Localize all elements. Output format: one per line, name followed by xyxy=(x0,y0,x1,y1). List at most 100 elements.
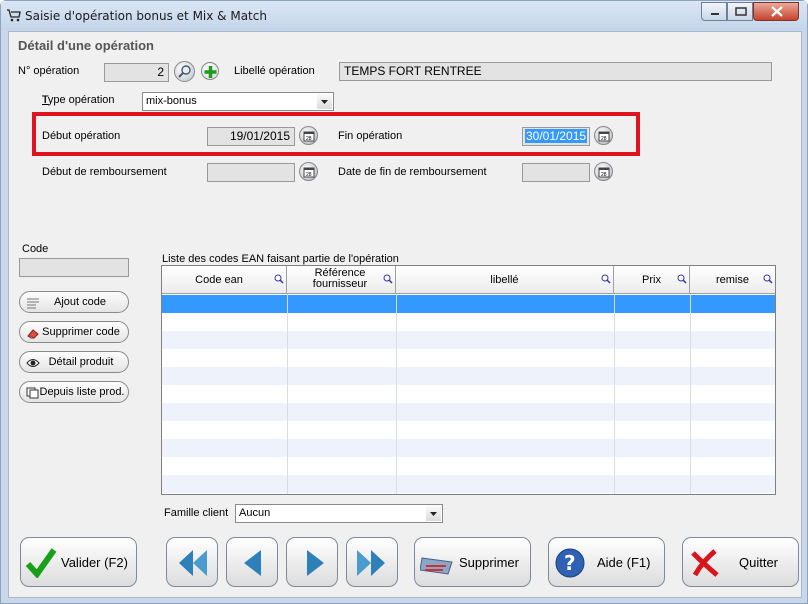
search-icon[interactable] xyxy=(601,274,611,287)
checkmark-icon xyxy=(25,546,57,581)
calendar-icon[interactable]: 28 xyxy=(594,162,613,181)
column-header[interactable]: Prix xyxy=(614,266,690,294)
operation-number-label: N° opération xyxy=(18,65,80,77)
double-right-arrow-icon xyxy=(355,547,387,582)
section-title: Détail d'une opération xyxy=(18,38,154,53)
ajout-code-button[interactable]: Ajout code xyxy=(19,291,129,313)
supprimer-code-label: Supprimer code xyxy=(42,326,120,338)
table-row[interactable] xyxy=(162,475,775,493)
chevron-down-icon[interactable] xyxy=(317,94,332,109)
ean-grid[interactable]: Code ean Référence fournisseur libellé P… xyxy=(161,265,776,495)
detail-produit-button[interactable]: Détail produit xyxy=(19,351,129,373)
add-icon[interactable] xyxy=(201,62,219,80)
table-row[interactable] xyxy=(162,385,775,403)
debut-operation-field[interactable]: 19/01/2015 xyxy=(207,127,295,146)
close-window-button[interactable] xyxy=(753,2,799,21)
column-divider xyxy=(287,294,288,494)
svg-text:28: 28 xyxy=(306,136,312,142)
svg-text:28: 28 xyxy=(601,172,607,178)
debut-operation-label: Début opération xyxy=(42,130,121,142)
debut-remboursement-label: Début de remboursement xyxy=(42,166,167,178)
depuis-liste-button[interactable]: Depuis liste prod. xyxy=(19,381,129,403)
fin-remboursement-label: Date de fin de remboursement xyxy=(338,166,487,178)
depuis-liste-label: Depuis liste prod. xyxy=(39,386,125,398)
famille-client-value: Aucun xyxy=(239,507,271,519)
famille-client-select[interactable]: Aucun xyxy=(235,504,443,523)
documents-icon xyxy=(26,386,40,399)
table-row[interactable] xyxy=(162,421,775,439)
column-header-label: libellé xyxy=(490,274,519,286)
maximize-button[interactable] xyxy=(727,2,753,21)
column-header[interactable]: libellé xyxy=(396,266,614,294)
type-operation-select[interactable]: mix-bonus xyxy=(142,92,334,111)
search-icon[interactable] xyxy=(274,274,284,287)
svg-text:28: 28 xyxy=(306,172,312,178)
aide-button[interactable]: ? Aide (F1) xyxy=(548,537,665,587)
type-operation-value: mix-bonus xyxy=(146,95,197,107)
svg-text:?: ? xyxy=(564,551,576,575)
aide-label: Aide (F1) xyxy=(597,555,651,570)
table-row[interactable] xyxy=(162,367,775,385)
minimize-button[interactable] xyxy=(701,2,727,21)
code-field[interactable] xyxy=(19,258,129,277)
ajout-code-label: Ajout code xyxy=(54,296,106,308)
quitter-button[interactable]: Quitter xyxy=(682,537,799,587)
help-icon: ? xyxy=(554,547,586,582)
quitter-label: Quitter xyxy=(739,555,779,570)
column-divider xyxy=(690,294,691,494)
grid-caption: Liste des codes EAN faisant partie de l'… xyxy=(162,253,399,265)
libelle-field[interactable]: TEMPS FORT RENTREE xyxy=(339,62,772,81)
fin-operation-label: Fin opération xyxy=(338,130,403,142)
table-row[interactable] xyxy=(162,349,775,367)
column-divider xyxy=(396,294,397,494)
table-row-selected[interactable] xyxy=(162,295,775,313)
double-left-arrow-icon xyxy=(177,547,209,582)
column-divider xyxy=(614,294,615,494)
application-window: Saisie d'opération bonus et Mix & Match … xyxy=(0,0,808,604)
right-arrow-icon xyxy=(303,547,327,582)
column-header-label: Code ean xyxy=(195,274,243,286)
debut-remboursement-field[interactable] xyxy=(207,163,295,182)
valider-label: Valider (F2) xyxy=(61,555,128,570)
search-icon[interactable] xyxy=(174,61,195,82)
column-header[interactable]: Référence fournisseur xyxy=(287,266,396,294)
type-operation-label: TType opération xyxy=(41,94,115,106)
fin-operation-field[interactable]: 30/01/2015 xyxy=(522,127,590,146)
last-record-button[interactable] xyxy=(346,537,398,587)
previous-record-button[interactable] xyxy=(226,537,278,587)
fin-operation-value: 30/01/2015 xyxy=(525,129,588,143)
search-icon[interactable] xyxy=(677,274,687,287)
calendar-icon[interactable]: 28 xyxy=(594,126,613,145)
search-icon[interactable] xyxy=(763,274,773,287)
famille-client-label: Famille client xyxy=(164,507,229,519)
delete-icon xyxy=(419,552,454,579)
table-row[interactable] xyxy=(162,313,775,331)
table-row[interactable] xyxy=(162,439,775,457)
libelle-label: Libellé opération xyxy=(234,65,315,77)
list-icon xyxy=(26,296,40,309)
exit-icon xyxy=(689,547,721,582)
next-record-button[interactable] xyxy=(286,537,338,587)
operation-number-field[interactable]: 2 xyxy=(104,63,169,82)
calendar-icon[interactable]: 28 xyxy=(299,162,318,181)
column-header[interactable]: Code ean xyxy=(162,266,287,294)
cart-icon xyxy=(7,9,21,22)
table-row[interactable] xyxy=(162,331,775,349)
title-bar: Saisie d'opération bonus et Mix & Match xyxy=(1,1,807,30)
fin-remboursement-field[interactable] xyxy=(522,163,590,182)
supprimer-code-button[interactable]: Supprimer code xyxy=(19,321,129,343)
table-row[interactable] xyxy=(162,403,775,421)
supprimer-button[interactable]: Supprimer xyxy=(414,537,531,587)
calendar-icon[interactable]: 28 xyxy=(299,126,318,145)
svg-text:28: 28 xyxy=(601,136,607,142)
supprimer-label: Supprimer xyxy=(459,555,519,570)
chevron-down-icon[interactable] xyxy=(426,506,441,521)
valider-button[interactable]: Valider (F2) xyxy=(20,537,137,587)
table-row[interactable] xyxy=(162,457,775,475)
search-icon[interactable] xyxy=(383,274,393,287)
first-record-button[interactable] xyxy=(166,537,218,587)
window-title: Saisie d'opération bonus et Mix & Match xyxy=(25,9,267,23)
eraser-icon xyxy=(26,326,40,339)
column-header[interactable]: remise xyxy=(690,266,775,294)
detail-produit-label: Détail produit xyxy=(48,356,114,368)
